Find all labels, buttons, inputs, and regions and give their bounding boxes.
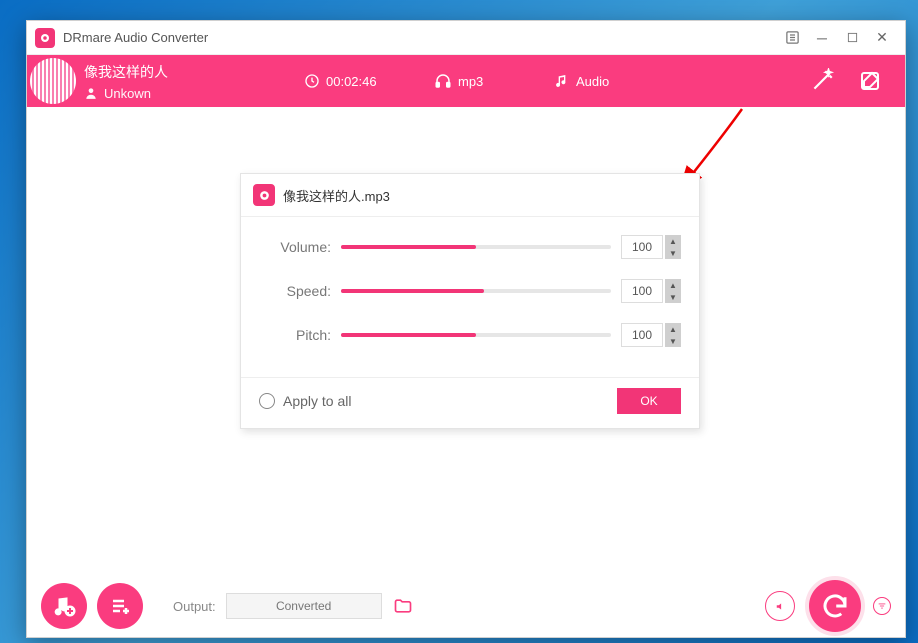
popup-logo-icon [253,184,275,206]
volume-up-button[interactable]: ▲ [665,235,681,247]
add-music-button[interactable] [41,583,87,629]
menu-button[interactable] [777,25,807,51]
audio-effects-popup: 像我这样的人.mp3 Volume: ▲▼ Speed: [240,173,700,429]
track-type: Audio [576,74,609,89]
pitch-label: Pitch: [259,327,337,343]
app-logo-icon [35,28,55,48]
pitch-down-button[interactable]: ▼ [665,335,681,347]
output-path-box[interactable]: Converted [226,593,382,619]
content-area: 安下载 anxz.com 像我这样的人.mp3 Volume: [27,107,905,575]
volume-down-button[interactable]: ▼ [665,247,681,259]
app-window: DRmare Audio Converter ─ ✕ 像我这样的人 Unkown… [26,20,906,638]
speed-row: Speed: ▲▼ [259,279,681,303]
user-icon [84,86,98,100]
close-button[interactable]: ✕ [867,25,897,51]
volume-input[interactable] [621,235,663,259]
pitch-input[interactable] [621,323,663,347]
track-format: mp3 [458,74,483,89]
app-title: DRmare Audio Converter [63,30,208,45]
titlebar: DRmare Audio Converter ─ ✕ [27,21,905,55]
waveform-thumb-icon [30,58,76,104]
speed-up-button[interactable]: ▲ [665,279,681,291]
output-label: Output: [173,599,216,614]
ok-button[interactable]: OK [617,388,681,414]
speed-slider[interactable] [341,283,611,299]
pitch-slider[interactable] [341,327,611,343]
track-duration: 00:02:46 [326,74,377,89]
filter-button[interactable] [873,597,891,615]
track-title: 像我这样的人 [84,62,284,86]
speed-input[interactable] [621,279,663,303]
speed-down-button[interactable]: ▼ [665,291,681,303]
apply-to-all-checkbox[interactable] [259,393,275,409]
music-note-icon [554,73,570,89]
popup-filename: 像我这样的人.mp3 [283,186,390,205]
minimize-button[interactable]: ─ [807,25,837,51]
open-folder-button[interactable] [390,594,416,618]
maximize-button[interactable] [837,25,867,51]
speed-label: Speed: [259,283,337,299]
footer-bar: Output: Converted [27,575,905,637]
edit-button[interactable] [853,64,887,98]
effects-wand-button[interactable] [805,64,839,98]
apply-to-all-label: Apply to all [283,393,351,409]
track-header: 像我这样的人 Unkown 00:02:46 mp3 Audio [27,55,905,107]
convert-button[interactable] [809,580,861,632]
sound-settings-button[interactable] [765,591,795,621]
clock-icon [304,73,320,89]
volume-label: Volume: [259,239,337,255]
pitch-row: Pitch: ▲▼ [259,323,681,347]
volume-row: Volume: ▲▼ [259,235,681,259]
add-list-button[interactable] [97,583,143,629]
headphones-icon [434,72,452,90]
volume-slider[interactable] [341,239,611,255]
track-artist: Unkown [104,86,151,101]
pitch-up-button[interactable]: ▲ [665,323,681,335]
